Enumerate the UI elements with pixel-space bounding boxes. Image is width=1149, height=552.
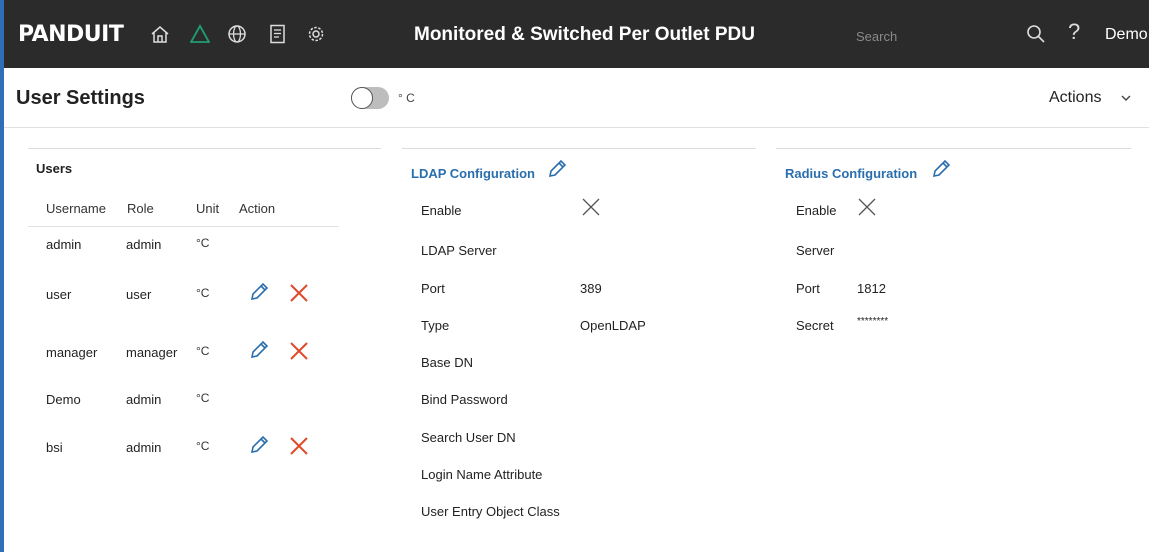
column-header-action: Action — [239, 201, 276, 216]
radius-port-label: Port — [796, 281, 820, 296]
radius-port-value: 1812 — [857, 281, 886, 296]
users-section-divider — [28, 148, 381, 149]
table-row-role: admin — [126, 440, 162, 455]
chevron-down-icon[interactable] — [1120, 91, 1132, 109]
ldap-port-label: Port — [421, 281, 445, 296]
edit-pencil-icon[interactable] — [248, 434, 270, 456]
table-row-unit: °C — [196, 439, 210, 453]
radius-enable-label: Enable — [796, 203, 837, 218]
search-input[interactable] — [854, 24, 1008, 48]
window-frame-edge — [0, 0, 4, 552]
column-header-username: Username — [46, 201, 106, 216]
ldap-edit-pencil-icon[interactable] — [546, 158, 568, 180]
search-icon[interactable] — [1026, 24, 1046, 49]
radius-server-label: Server — [796, 243, 835, 258]
table-row-username: admin — [46, 237, 82, 252]
ldap-enable-label: Enable — [421, 203, 462, 218]
ldap-disabled-x-icon — [580, 196, 602, 218]
delete-x-icon[interactable] — [288, 282, 310, 304]
temperature-unit-label: ° C — [398, 91, 415, 105]
table-row-role: admin — [126, 392, 162, 407]
radius-disabled-x-icon — [856, 196, 878, 218]
radius-config-title: Radius Configuration — [785, 166, 918, 181]
table-row-role: admin — [126, 237, 162, 252]
table-row-unit: °C — [196, 391, 210, 405]
home-icon[interactable] — [150, 23, 170, 45]
globe-icon[interactable] — [227, 23, 247, 45]
ldap-bind-password-label: Bind Password — [421, 392, 508, 407]
ldap-base-dn-label: Base DN — [421, 355, 474, 370]
table-row-unit: °C — [196, 286, 210, 300]
ldap-type-value: OpenLDAP — [580, 318, 646, 333]
page-title: User Settings — [16, 87, 145, 109]
table-row-username: manager — [46, 345, 98, 360]
delete-x-icon[interactable] — [288, 340, 310, 362]
device-title: Monitored & Switched Per Outlet PDU — [414, 24, 755, 45]
table-row-username: Demo — [46, 392, 81, 407]
settings-gear-icon[interactable] — [306, 23, 326, 45]
radius-secret-value: ******** — [857, 316, 889, 327]
table-row-unit: °C — [196, 344, 210, 358]
column-header-role: Role — [127, 201, 154, 216]
table-row-role: manager — [126, 345, 178, 360]
temperature-unit-toggle[interactable] — [351, 87, 389, 109]
table-row-unit: °C — [196, 236, 210, 250]
users-title: Users — [36, 161, 73, 176]
radius-secret-label: Secret — [796, 318, 834, 333]
ldap-port-value: 389 — [580, 281, 602, 296]
delete-x-icon[interactable] — [288, 435, 310, 457]
top-bar: PANDUIT Monitored & Switched Per Outlet … — [4, 0, 1149, 68]
ldap-search-user-dn-label: Search User DN — [421, 430, 516, 445]
radius-section-divider — [776, 148, 1131, 149]
actions-menu[interactable]: Actions — [1049, 89, 1101, 107]
table-row-role: user — [126, 287, 152, 302]
edit-pencil-icon[interactable] — [248, 339, 270, 361]
user-menu[interactable]: Demo — [1105, 26, 1148, 44]
radius-edit-pencil-icon[interactable] — [930, 158, 952, 180]
ldap-login-name-attribute-label: Login Name Attribute — [421, 467, 543, 482]
ldap-section-divider — [402, 148, 756, 149]
header-divider — [4, 127, 1149, 128]
ldap-config-title: LDAP Configuration — [411, 166, 535, 181]
ldap-server-label: LDAP Server — [421, 243, 497, 258]
table-row-username: user — [46, 287, 72, 302]
users-header-divider — [28, 226, 339, 227]
edit-pencil-icon[interactable] — [248, 281, 270, 303]
ldap-type-label: Type — [421, 318, 450, 333]
log-document-icon[interactable] — [268, 23, 288, 45]
column-header-unit: Unit — [196, 201, 220, 216]
help-icon[interactable]: ? — [1068, 19, 1080, 45]
panduit-logo: PANDUIT — [18, 22, 124, 47]
table-row-username: bsi — [46, 440, 63, 455]
ldap-user-entry-object-class-label: User Entry Object Class — [421, 504, 560, 519]
alarm-icon[interactable] — [190, 23, 210, 45]
toggle-knob — [351, 87, 373, 109]
